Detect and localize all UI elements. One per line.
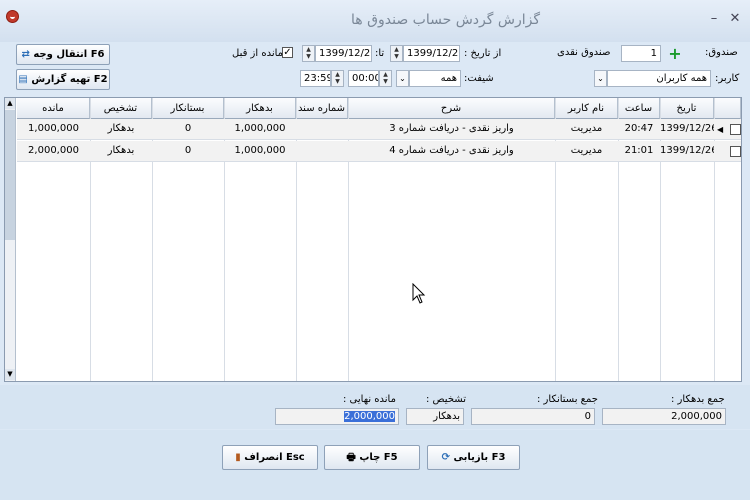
column-header-doc-number[interactable]: شماره سند: [296, 98, 348, 119]
cell-debit: 1,000,000: [234, 123, 286, 134]
status-label: تشخیص :: [426, 394, 466, 405]
cell-balance: 2,000,000: [28, 145, 79, 156]
report-button-label: تهیه گزارش F2: [31, 74, 108, 85]
cell-credit: 0: [184, 145, 192, 156]
cell-status: بدهکار: [107, 123, 135, 134]
cancel-button-label: انصراف Esc: [244, 452, 305, 463]
cancel-button[interactable]: ▮ انصراف Esc: [222, 445, 318, 470]
from-date-label: از تاریخ :: [464, 48, 502, 59]
transactions-table: تاریخ ساعت نام کاربر شرح شماره سند بدهکا…: [4, 97, 742, 382]
cell-user: مدیریت: [570, 123, 603, 134]
mouse-cursor-icon: [412, 283, 426, 304]
table-row[interactable]: 1399/12/26 21:01 مدیریت واریز نقدی - دری…: [17, 141, 741, 162]
debit-total-field: 2,000,000: [602, 408, 726, 425]
prev-balance-checkbox[interactable]: ✓: [282, 47, 293, 58]
scroll-up-icon[interactable]: ▲: [5, 98, 15, 109]
door-exit-icon: ▮: [235, 452, 241, 463]
refresh-icon: ⟳: [441, 452, 450, 463]
table-row[interactable]: ◀ 1399/12/26 20:47 مدیریت واریز نقدی - د…: [17, 119, 741, 140]
time-to-input[interactable]: 23:59: [300, 70, 331, 87]
scrollbar-thumb[interactable]: [5, 110, 15, 240]
user-label: کاربر:: [715, 73, 740, 84]
to-date-spinner[interactable]: ▲ ▼: [302, 45, 315, 62]
add-fund-button[interactable]: +: [667, 46, 683, 62]
window-title: گزارش گردش حساب صندوق ها: [351, 12, 540, 28]
cell-description: واریز نقدی - دریافت شماره 4: [389, 145, 514, 156]
column-header-credit[interactable]: بستانکار: [152, 98, 224, 119]
cell-date: 1399/12/26: [660, 123, 714, 134]
cell-doc-number: [296, 141, 348, 161]
report-button[interactable]: ▤ تهیه گزارش F2: [16, 69, 110, 90]
final-balance-field: 2,000,000: [275, 408, 399, 425]
column-header-date[interactable]: تاریخ: [660, 98, 714, 119]
printer-icon: 🖶: [346, 452, 356, 463]
header-row-selector: [714, 98, 741, 119]
shift-label: شیفت:: [464, 73, 494, 84]
transfer-button-label: انتقال وجه F6: [33, 49, 105, 60]
cell-status: بدهکار: [107, 145, 135, 156]
transfer-icon: ⇄: [21, 49, 30, 60]
time-from-spinner[interactable]: ▲ ▼: [379, 70, 392, 87]
to-date-input[interactable]: 1399/12/26: [315, 45, 372, 62]
final-balance-label: مانده نهایی :: [343, 394, 396, 405]
cell-time: 21:01: [624, 145, 654, 156]
time-from-input[interactable]: 00:00: [348, 70, 379, 87]
shift-select[interactable]: همه: [409, 70, 461, 87]
cell-user: مدیریت: [570, 145, 603, 156]
current-row-arrow-icon: ◀: [717, 125, 724, 134]
report-icon: ▤: [18, 74, 28, 85]
close-icon[interactable]: ✕: [727, 12, 743, 26]
cell-description: واریز نقدی - دریافت شماره 3: [389, 123, 514, 134]
refresh-button[interactable]: ⟳ بازیابی F3: [427, 445, 520, 470]
credit-total-label: جمع بستانکار :: [537, 394, 598, 405]
cell-doc-number: [296, 119, 348, 139]
column-header-debit[interactable]: بدهکار: [224, 98, 296, 119]
column-header-status[interactable]: تشخیص: [90, 98, 152, 119]
refresh-button-label: بازیابی F3: [453, 452, 506, 463]
print-button[interactable]: 🖶 چاپ F5: [324, 445, 420, 470]
cell-time: 20:47: [624, 123, 654, 134]
cell-credit: 0: [184, 123, 192, 134]
from-date-spinner[interactable]: ▲ ▼: [390, 45, 403, 62]
fund-name-label: صندوق نقدی: [557, 47, 611, 58]
shift-dropdown-icon[interactable]: ⌄: [396, 70, 409, 87]
debit-total-label: جمع بدهکار :: [671, 394, 725, 405]
final-balance-value: 2,000,000: [344, 411, 395, 422]
column-header-time[interactable]: ساعت: [618, 98, 660, 119]
cell-debit: 1,000,000: [234, 145, 286, 156]
minimize-icon[interactable]: –: [706, 12, 722, 26]
vertical-scrollbar[interactable]: ▲ ▼: [5, 98, 16, 381]
fund-label: صندوق:: [705, 47, 738, 58]
from-date-input[interactable]: 1399/12/26: [403, 45, 460, 62]
cell-balance: 1,000,000: [28, 123, 79, 134]
app-icon: [6, 10, 19, 23]
column-header-balance[interactable]: مانده: [17, 98, 90, 119]
column-header-description[interactable]: شرح: [348, 98, 555, 119]
print-button-label: چاپ F5: [359, 452, 398, 463]
transfer-button[interactable]: ⇄ انتقال وجه F6: [16, 44, 110, 65]
column-header-user[interactable]: نام کاربر: [555, 98, 618, 119]
credit-total-field: 0: [471, 408, 595, 425]
time-to-spinner[interactable]: ▲ ▼: [331, 70, 344, 87]
cell-date: 1399/12/26: [660, 145, 714, 156]
scroll-down-icon[interactable]: ▼: [5, 369, 15, 380]
status-field: بدهکار: [406, 408, 464, 425]
user-dropdown-icon[interactable]: ⌄: [594, 70, 607, 87]
prev-balance-label: مانده از قبل: [232, 48, 284, 59]
fund-code-input[interactable]: 1: [621, 45, 661, 62]
user-select[interactable]: همه کاربران: [607, 70, 711, 87]
row-select-checkbox[interactable]: [730, 146, 741, 157]
row-select-checkbox[interactable]: [730, 124, 741, 135]
to-date-label: تا:: [375, 48, 385, 59]
